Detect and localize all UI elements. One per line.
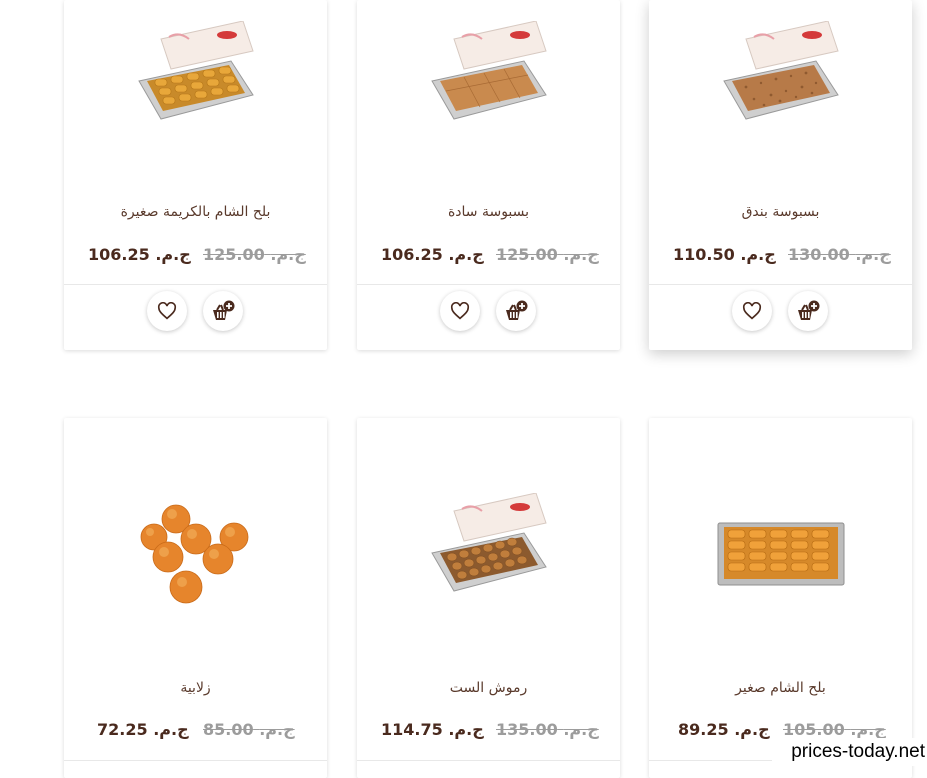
price-value: 89.25 [678,720,729,739]
product-name[interactable]: بلح الشام بالكريمة صغيرة [64,204,327,220]
price-row: ج.م. 106.25 ج.م. 125.00 [64,245,327,269]
price-new: ج.م. 106.25 [381,245,484,264]
price-row: ج.م. 106.25 ج.م. 125.00 [357,245,620,269]
price-new: ج.م. 114.75 [381,720,484,739]
divider [64,760,327,761]
price-old: ج.م. 125.00 [496,245,599,264]
watermark: prices-today.net [772,738,927,766]
product-image-small-balah-tray[interactable] [649,510,912,595]
price-new: ج.م. 110.50 [673,245,776,264]
add-to-cart-button[interactable] [203,291,243,331]
price-old-value: 130.00 [788,245,850,264]
wishlist-button[interactable] [732,291,772,331]
price-new: ج.م. 89.25 [678,720,770,739]
currency: ج.م. [855,245,891,264]
price-old-value: 125.00 [496,245,558,264]
add-to-cart-button[interactable] [788,291,828,331]
price-old: ج.م. 130.00 [788,245,891,264]
price-old-value: 105.00 [783,720,845,739]
currency: ج.م. [563,245,599,264]
price-old: ج.م. 85.00 [203,720,295,739]
price-row: ج.م. 114.75 ج.م. 135.00 [357,720,620,744]
currency: ج.م. [448,245,484,264]
currency: ج.م. [740,245,776,264]
product-image-cream-balah-box[interactable] [64,18,327,133]
product-name[interactable]: بسبوسة بندق [649,204,912,220]
product-card[interactable]: رموش الست ج.م. 114.75 ج.م. 135.00 [357,418,620,778]
price-old-value: 85.00 [203,720,254,739]
currency: ج.م. [734,720,770,739]
product-card[interactable]: بسبوسة سادة ج.م. 106.25 ج.م. 125.00 [357,0,620,350]
product-image-rmosh-el-set-box[interactable] [357,490,620,605]
currency: ج.م. [259,720,295,739]
divider [649,284,912,285]
price-value: 110.50 [673,245,735,264]
price-old: ج.م. 105.00 [783,720,886,739]
currency: ج.م. [270,245,306,264]
price-value: 72.25 [97,720,148,739]
price-row: ج.م. 72.25 ج.م. 85.00 [64,720,327,744]
price-new: ج.م. 106.25 [88,245,191,264]
heart-icon [450,302,470,320]
product-card[interactable]: زلابية ج.م. 72.25 ج.م. 85.00 [64,418,327,778]
price-old: ج.م. 125.00 [203,245,306,264]
product-image-hazelnut-basbousa-box[interactable] [649,18,912,133]
add-to-cart-button[interactable] [496,291,536,331]
product-image-zalabya[interactable] [64,498,327,608]
currency: ج.م. [850,720,886,739]
price-row: ج.م. 110.50 ج.م. 130.00 [649,245,912,269]
wishlist-button[interactable] [440,291,480,331]
divider [357,760,620,761]
basket-plus-icon [506,300,528,320]
currency: ج.م. [155,245,191,264]
wishlist-button[interactable] [147,291,187,331]
currency: ج.م. [153,720,189,739]
heart-icon [742,302,762,320]
product-name[interactable]: زلابية [64,680,327,696]
product-card[interactable]: بلح الشام بالكريمة صغيرة ج.م. 106.25 ج.م… [64,0,327,350]
price-old-value: 135.00 [496,720,558,739]
price-old: ج.م. 135.00 [496,720,599,739]
product-card[interactable]: بسبوسة بندق ج.م. 110.50 ج.م. 130.00 [649,0,912,350]
divider [64,284,327,285]
currency: ج.م. [563,720,599,739]
price-old-value: 125.00 [203,245,265,264]
price-new: ج.م. 72.25 [97,720,189,739]
basket-plus-icon [213,300,235,320]
product-name[interactable]: رموش الست [357,680,620,696]
price-value: 114.75 [381,720,443,739]
product-name[interactable]: بلح الشام صغير [649,680,912,696]
product-card[interactable]: بلح الشام صغير ج.م. 89.25 ج.م. 105.00 [649,418,912,778]
currency: ج.م. [448,720,484,739]
price-value: 106.25 [88,245,150,264]
divider [357,284,620,285]
product-name[interactable]: بسبوسة سادة [357,204,620,220]
price-value: 106.25 [381,245,443,264]
basket-plus-icon [798,300,820,320]
product-image-plain-basbousa-box[interactable] [357,18,620,133]
heart-icon [157,302,177,320]
